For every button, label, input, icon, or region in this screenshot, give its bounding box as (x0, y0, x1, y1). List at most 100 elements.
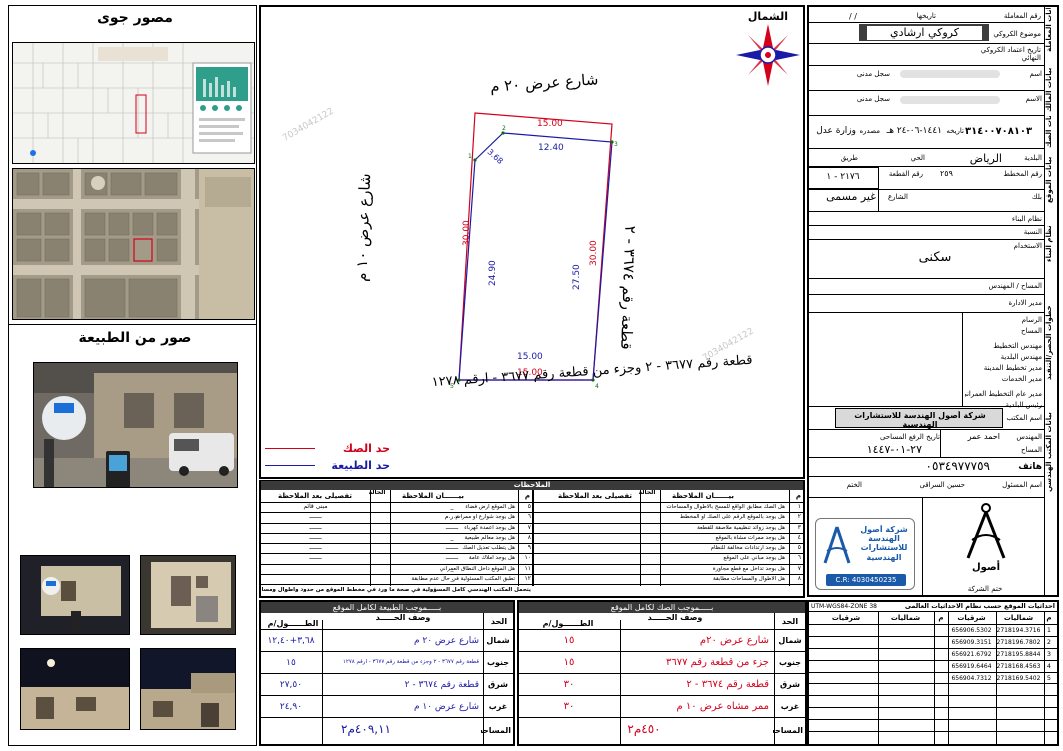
deed-area-label: المساحه (773, 726, 803, 735)
coords-row: 2 2718196.7802 656909.3151 (809, 637, 1057, 649)
plot-label: رقم القطعة (888, 170, 923, 178)
company-logo-icon: أصول (966, 503, 1006, 573)
deed-desc: قطعة رقم ٣٦٧٤ - ٢ (686, 679, 769, 690)
nature-desc: شارع عرض ٢٠ م (413, 636, 479, 646)
engineer-name: احمد عمر (967, 432, 1000, 441)
coord-north: 2718195.8844 (996, 650, 1041, 658)
deed-len: ٣٠ (563, 679, 575, 690)
row-divider (809, 90, 1044, 91)
deed-row: شمال شارع عرض ٢٠م ١٥ (519, 630, 805, 652)
phone-number: ٠٥٣٤٩٧٧٧٥٩ (925, 459, 990, 473)
step-item: مدير عام التخطيط العمراني (965, 390, 1042, 398)
note-text: هل الصك مطابق الواقع للمسح بالاطوال والم… (666, 504, 785, 510)
coord-east: 656921.6792 (951, 650, 992, 658)
deed-len: ١٥ (563, 657, 575, 668)
deed-date: ١٤٤١-٠٦-٢٤ هـ (886, 126, 942, 136)
deed-side: جنوب (778, 658, 802, 667)
nature-side: شمال (486, 636, 510, 645)
company-sign-label: ختم الشركة (967, 585, 1003, 593)
step-item: مهندس البلدية (1000, 353, 1042, 361)
deed-side: شرق (780, 680, 800, 689)
coords-row: 5 2718169.5402 656904.7312 (809, 673, 1057, 685)
note-detail: ـــــــ (309, 544, 322, 552)
notes-col-note: بيــــــان الملاحظة (401, 492, 465, 500)
note-text: هل يوجد تداخل مع قطع مجاورة (712, 565, 785, 572)
note-text: هل يوجد زوائد تنظيمية ملاصقة للقطعة (697, 524, 785, 531)
surveyor-engineer-label: المساح / المهندس (988, 282, 1042, 290)
dim-east-nature: 27.50 (572, 264, 582, 290)
svg-text:2: 2 (502, 125, 506, 132)
step-item: المساح (1020, 327, 1042, 335)
deed-col-side: الحد (781, 617, 799, 626)
legend-deed-line (265, 448, 315, 449)
office-name: شركة أصول الهندسة للاستشارات الهندسية (854, 411, 986, 430)
deed-table-rows: شمال شارع عرض ٢٠م ١٥ جنوب جزء من قطعة رق… (519, 630, 805, 742)
coords-row (809, 708, 1057, 721)
office-divider (940, 429, 941, 457)
deed-desc: جزء من قطعة رقم ٣٦٧٧ (665, 657, 769, 668)
section-location: بيانات الموقع (1045, 156, 1053, 204)
coord-east: 656906.5302 (951, 627, 992, 634)
nature-row: شرق قطعة رقم ٣٦٧٤ - ٢ ٢٧,٥٠ (261, 674, 513, 696)
nature-row: غرب شارع عرض ١٠ م ٢٤,٩٠ (261, 696, 513, 718)
deed-area-row: المساحه ٤٥٠م٢ (519, 718, 805, 742)
nature-table-rows: شمال شارع عرض ٢٠ م ٣,٦٨+١٢,٤٠ جنوب قطعة … (261, 630, 513, 742)
dim-west-deed: 30.00 (462, 220, 472, 246)
nature-table-title: بـــــموجب الطبيعة لكامل الموقع (261, 602, 513, 613)
nature-desc: قطعة رقم ٣٦٧٤ - ٢ (404, 680, 479, 690)
coord-east: 656904.7312 (951, 674, 992, 682)
deed-table-header: الحد وصف الحـــــد الطــــــول/م (519, 613, 805, 630)
coord-north: 2718196.7802 (996, 638, 1041, 646)
block-label: بلك (1031, 193, 1042, 201)
svg-text:4: 4 (595, 383, 599, 390)
deed-area: ٤٥٠م٢ (627, 722, 661, 736)
section-divider (809, 115, 1044, 116)
visit-date: ٢٧-٠١-١٤٤٧ (866, 443, 922, 456)
ratio-label: النسبة (1023, 228, 1042, 236)
deed-row: جنوب جزء من قطعة رقم ٣٦٧٧ ١٥ (519, 652, 805, 674)
owner-civil-label: سجل مدنى (856, 70, 890, 78)
survey-report-page: { "panel_titles":{"aerial":"مصور جوى","n… (0, 0, 1063, 751)
section-divider (809, 148, 1044, 149)
row-divider (809, 312, 1044, 313)
coord-north: 2718169.5402 (996, 674, 1041, 682)
section-steps: خطوات الحصر/التنفيذ (1045, 305, 1053, 381)
district-label: الحي (910, 154, 925, 162)
deed-side: شمال (778, 636, 802, 645)
deed-source: وزارة عدل (816, 126, 856, 136)
legend-deed-label: حد الصك (342, 442, 390, 455)
coords-row: 1 2718194.3716 656906.5302 (809, 625, 1057, 637)
nature-area-row: المساحه ٤٠٩,١١م٢ (261, 718, 513, 742)
step-item: مهندس التخطيط (993, 342, 1042, 350)
transaction-block: رقم المعاملة تاريخها / / موضوع الكروكي ك… (809, 7, 1044, 65)
coord-no: 4 (1046, 662, 1052, 670)
row-divider (809, 294, 1044, 295)
dim-west-nature: 24.90 (488, 260, 498, 286)
plan-label: رقم المخطط (1003, 170, 1042, 178)
legend-nature-label: حد الطبيعة (331, 459, 390, 472)
office-label: اسم المكتب (1006, 414, 1042, 422)
plan-value: ٢٥٩ (940, 169, 953, 178)
note-detail: ـــــــ (309, 513, 322, 521)
satellite-image (12, 168, 255, 320)
note-text: هل يوجد ممرات مشاة بالموقع (715, 534, 785, 541)
field-photo-main-drawing (34, 363, 237, 487)
phone-label: هاتف (1018, 462, 1042, 472)
deed-number: ٣١٤٠٠٧٠٨١٠٣ (965, 126, 1033, 137)
street-label: الشارع (887, 193, 908, 201)
svg-text:1: 1 (468, 153, 472, 160)
aerial-title: مصور جوى (97, 10, 173, 26)
nature-side: شرق (488, 680, 508, 689)
coords-row (809, 684, 1057, 697)
stamp-cr-number: C.R: 4030450235 (826, 574, 906, 586)
coords-row: 4 2718168.4563 656919.6464 (809, 661, 1057, 673)
nature-side: غرب (488, 702, 508, 711)
note-text: هل يوجد اعمدة كهرباء (464, 524, 515, 531)
notes-title: الملاحظات (261, 481, 803, 490)
row-divider (809, 457, 1044, 458)
municipality-label: البلدية (1024, 154, 1042, 162)
responsible-name: حسين السراقى (919, 481, 965, 489)
coord-no: 2 (1046, 638, 1052, 646)
coord-north: 2718194.3716 (996, 627, 1041, 634)
coord-east: 656919.6464 (951, 662, 992, 670)
